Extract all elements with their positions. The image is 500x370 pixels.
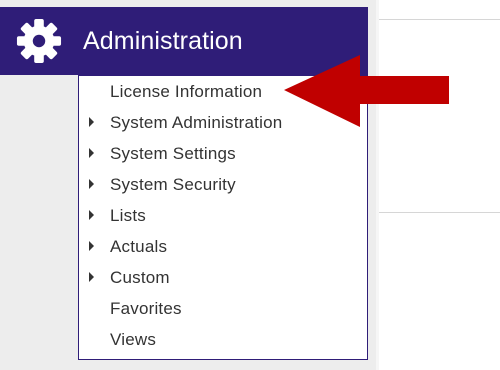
content-divider (379, 19, 500, 20)
menu-item-system-settings[interactable]: System Settings (79, 138, 367, 169)
menu-item-label: System Security (110, 175, 236, 194)
menu-item-custom[interactable]: Custom (79, 262, 367, 293)
caret-right-icon (89, 210, 94, 220)
caret-right-icon (89, 179, 94, 189)
menu-item-actuals[interactable]: Actuals (79, 231, 367, 262)
red-arrow-icon (284, 55, 449, 127)
caret-right-icon (89, 117, 94, 127)
menu-item-label: License Information (110, 82, 263, 101)
caret-right-icon (89, 241, 94, 251)
menu-item-views[interactable]: Views (79, 324, 367, 355)
menu-title: Administration (83, 26, 243, 55)
menu-item-label: Lists (110, 206, 146, 225)
gear-icon (16, 18, 62, 64)
menu-item-label: Actuals (110, 237, 168, 256)
caret-right-icon (89, 148, 94, 158)
menu-item-label: Custom (110, 268, 170, 287)
menu-item-favorites[interactable]: Favorites (79, 293, 367, 324)
menu-item-lists[interactable]: Lists (79, 200, 367, 231)
menu-item-label: Views (110, 330, 157, 349)
menu-item-label: Favorites (110, 299, 182, 318)
menu-item-label: System Administration (110, 113, 283, 132)
caret-right-icon (89, 272, 94, 282)
content-divider (379, 212, 500, 213)
menu-item-label: System Settings (110, 144, 236, 163)
menu-item-system-security[interactable]: System Security (79, 169, 367, 200)
